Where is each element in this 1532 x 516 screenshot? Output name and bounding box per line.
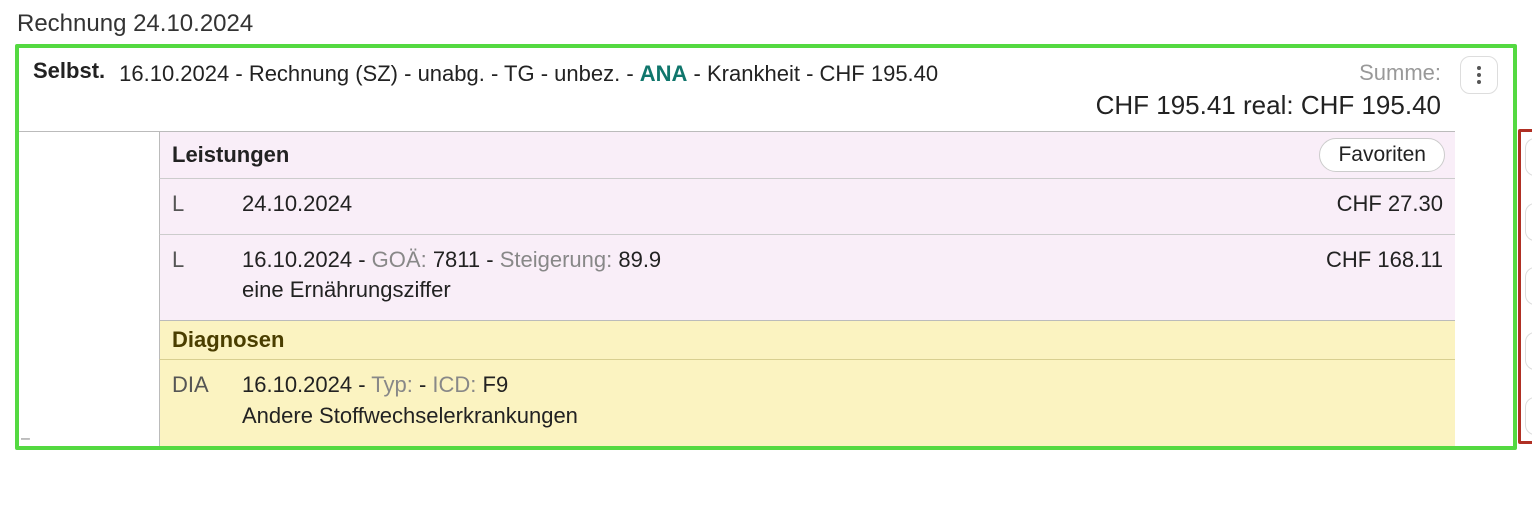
leistung-row[interactable]: L 16.10.2024 - GOÄ: 7811 - Steigerung: 8… — [159, 234, 1455, 321]
crumb-tg: TG — [504, 61, 535, 86]
row-description: 16.10.2024 - GOÄ: 7811 - Steigerung: 89.… — [242, 245, 1312, 307]
row-tag: L — [172, 245, 228, 273]
section-leistungen-header: Leistungen Favoriten — [159, 131, 1455, 178]
invoice-header: Selbst. 16.10.2024 - Rechnung (SZ) - una… — [19, 48, 1513, 131]
section-diagnosen-title: Diagnosen — [172, 327, 1445, 353]
breadcrumb: 16.10.2024 - Rechnung (SZ) - unabg. - TG… — [119, 56, 1081, 90]
page-title: Rechnung 24.10.2024 — [17, 10, 1517, 38]
invoice-panel: Selbst. 16.10.2024 - Rechnung (SZ) - una… — [15, 44, 1517, 450]
row-amount: CHF 27.30 — [1337, 189, 1445, 217]
row-description: 24.10.2024 — [242, 189, 1323, 220]
section-diagnosen-header: Diagnosen — [159, 320, 1455, 359]
leistung-row2-menu-button[interactable] — [1525, 267, 1532, 305]
row-amount: CHF 168.11 — [1326, 245, 1445, 273]
summary-block: Summe: CHF 195.41 real: CHF 195.40 — [1096, 56, 1441, 123]
crumb-ana: ANA — [640, 61, 688, 86]
add-diagnose-button[interactable]: + — [1525, 332, 1532, 370]
diagnose-row1-menu-button[interactable] — [1525, 397, 1532, 435]
crumb-rechnung: Rechnung (SZ) — [249, 61, 398, 86]
leistung-row[interactable]: L 24.10.2024 CHF 27.30 — [159, 178, 1455, 234]
content-column: + + Leistungen Favoriten L 24.10.2024 CH… — [159, 131, 1513, 446]
crumb-krankheit: Krankheit — [707, 61, 800, 86]
leistung-row1-menu-button[interactable] — [1525, 203, 1532, 241]
payer-label: Selbst. — [33, 56, 105, 84]
summe-real-label: real: — [1243, 90, 1294, 120]
section-leistungen-title: Leistungen — [172, 142, 1309, 168]
crumb-amount: CHF 195.40 — [820, 61, 939, 86]
crumb-unbez: unbez. — [554, 61, 620, 86]
summe-label: Summe: — [1096, 58, 1441, 88]
summe-real-amount: CHF 195.40 — [1301, 90, 1441, 120]
collapse-handle[interactable]: – — [21, 430, 30, 448]
crumb-unabg: unabg. — [418, 61, 485, 86]
action-buttons-highlight: + + — [1518, 129, 1532, 444]
header-menu-button[interactable] — [1460, 56, 1498, 94]
add-leistung-button[interactable]: + — [1525, 138, 1532, 176]
favoriten-button[interactable]: Favoriten — [1319, 138, 1445, 172]
diagnose-row[interactable]: DIA 16.10.2024 - Typ: - ICD: F9 Andere S… — [159, 359, 1455, 446]
summe-amount: CHF 195.41 — [1096, 90, 1236, 120]
left-gutter: – — [19, 131, 159, 446]
row-tag: DIA — [172, 370, 228, 398]
crumb-date: 16.10.2024 — [119, 61, 229, 86]
row-description: 16.10.2024 - Typ: - ICD: F9 Andere Stoff… — [242, 370, 1445, 432]
row-tag: L — [172, 189, 228, 217]
